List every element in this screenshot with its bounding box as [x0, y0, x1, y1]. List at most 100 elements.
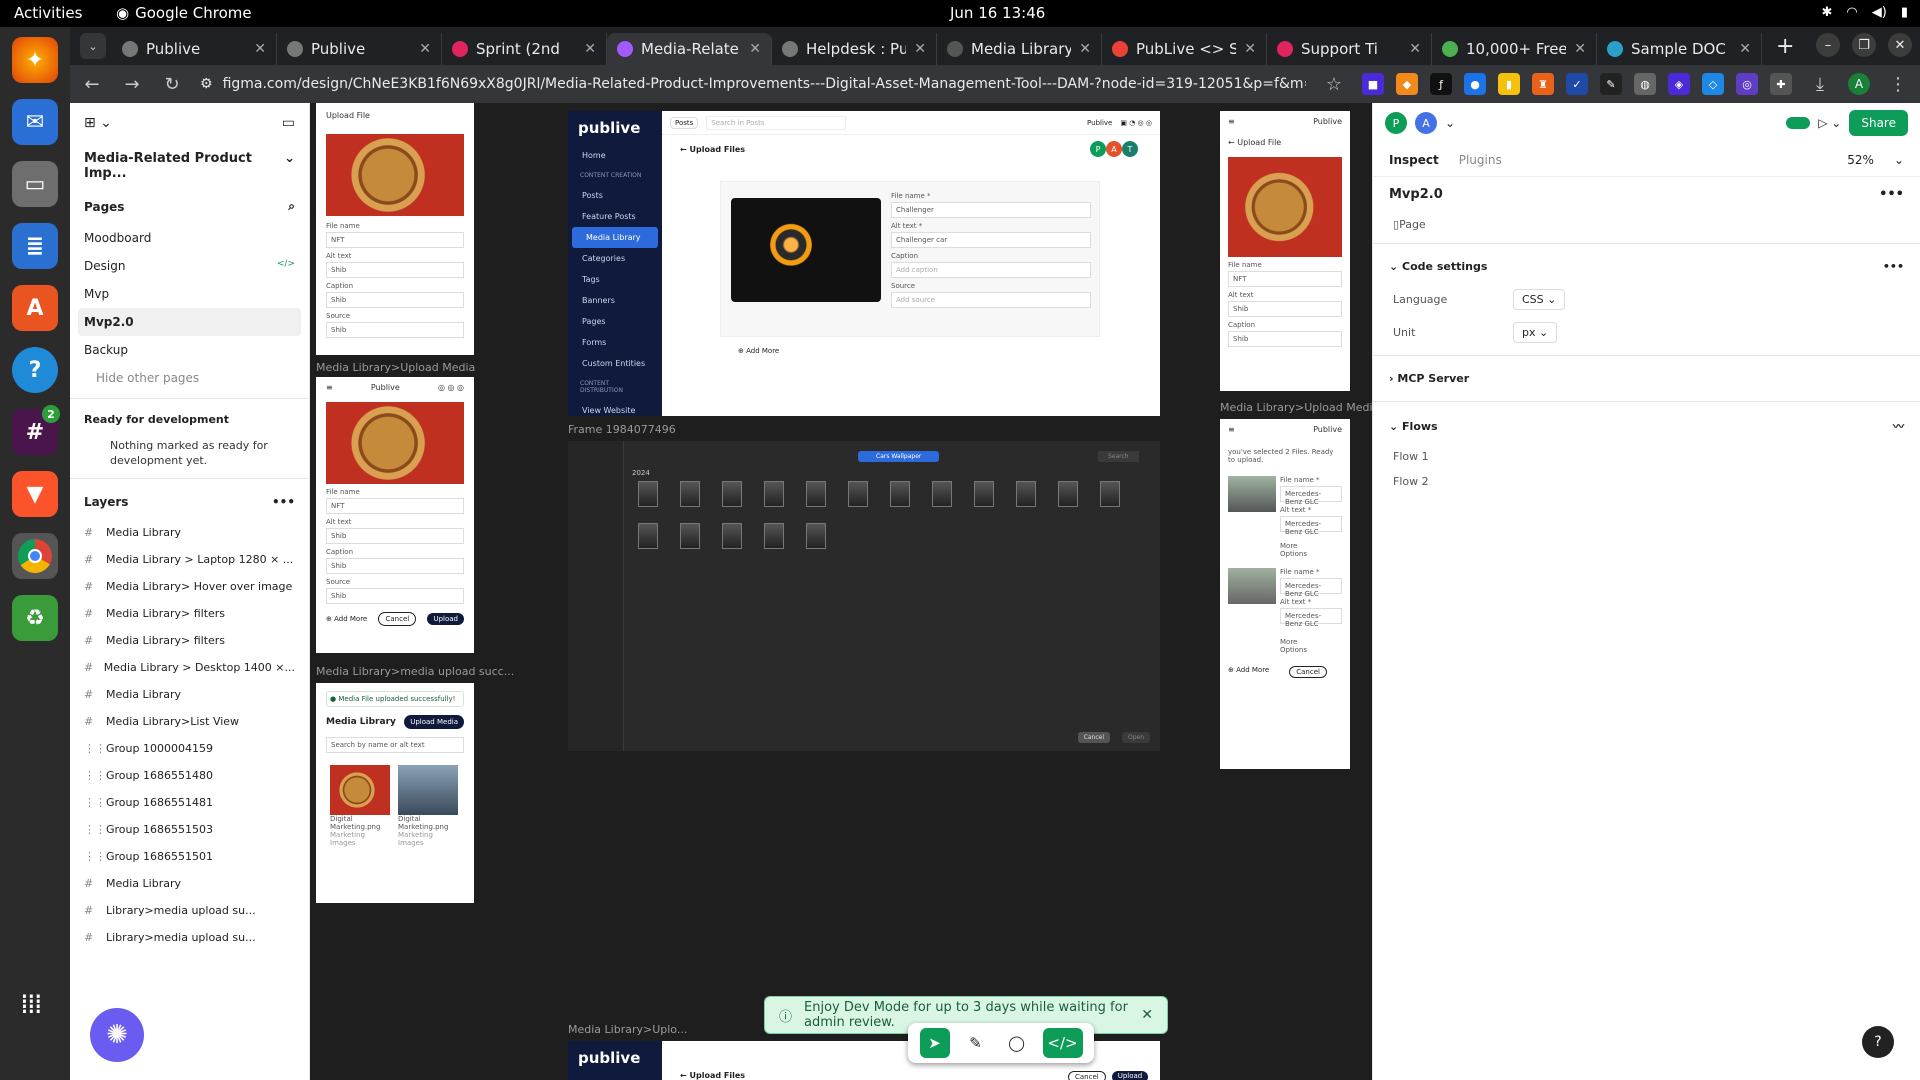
reload-icon[interactable]: ↻: [160, 74, 184, 95]
file-thumbnail[interactable]: [638, 523, 658, 549]
ready-for-dev-title[interactable]: Ready for development: [70, 405, 309, 434]
move-tool-icon[interactable]: ➤: [919, 1028, 950, 1058]
close-tab-icon[interactable]: ✕: [1244, 41, 1256, 57]
layer-item[interactable]: ⋮⋮ Group 1686551481: [70, 789, 309, 816]
caption-input[interactable]: Shib: [326, 292, 464, 308]
file-thumbnail[interactable]: [1100, 481, 1120, 507]
media-search-input[interactable]: Search by name or alt text: [326, 737, 464, 753]
zoom-level[interactable]: 52%: [1847, 153, 1874, 167]
close-window-icon[interactable]: ✕: [1888, 33, 1912, 57]
page-item[interactable]: Moodboard: [70, 224, 309, 252]
sidebar-nav-item[interactable]: Media Library: [572, 227, 658, 248]
extension-icon[interactable]: ■: [1362, 73, 1384, 95]
extension-icon[interactable]: ◎: [1736, 73, 1758, 95]
extension-icon[interactable]: ●: [1464, 73, 1486, 95]
brand-select[interactable]: Publive: [1313, 117, 1342, 126]
volume-icon[interactable]: ◀): [1872, 5, 1887, 20]
more-options-toggle[interactable]: More Options: [1220, 540, 1350, 560]
sidebar-nav-item[interactable]: Tags: [568, 269, 662, 290]
add-more-button[interactable]: ⊕ Add More: [738, 347, 779, 355]
menu-icon[interactable]: ≡: [326, 383, 333, 392]
code-settings-header[interactable]: ⌄ Code settings: [1389, 260, 1487, 273]
caption-input[interactable]: Shib: [1228, 331, 1342, 347]
close-tab-icon[interactable]: ✕: [419, 41, 431, 57]
layer-item[interactable]: # Media Library> filters: [70, 600, 309, 627]
profile-avatar[interactable]: A: [1848, 73, 1870, 95]
software-icon[interactable]: A: [12, 285, 58, 331]
file-thumbnail[interactable]: [974, 481, 994, 507]
alt-text-input[interactable]: Mercedes-Benz GLC: [1280, 516, 1342, 536]
new-tab-button[interactable]: +: [1776, 34, 1794, 59]
layer-item[interactable]: ⋮⋮ Group 1000004159: [70, 735, 309, 762]
extension-icon[interactable]: ƒ: [1430, 73, 1452, 95]
more-options-toggle[interactable]: More Options: [1220, 636, 1350, 656]
browser-tab[interactable]: Publive ✕: [277, 33, 442, 65]
search-icon[interactable]: ⌕: [288, 199, 295, 214]
download-icon[interactable]: ⤓: [1808, 74, 1832, 95]
close-tab-icon[interactable]: ✕: [1079, 41, 1091, 57]
file-thumbnail[interactable]: [848, 481, 868, 507]
unit-select[interactable]: px ⌄: [1513, 322, 1558, 343]
clock[interactable]: Jun 16 13:46: [950, 4, 1045, 22]
close-tab-icon[interactable]: ✕: [1409, 41, 1421, 57]
layer-item[interactable]: ⋮⋮ Group 1686551501: [70, 843, 309, 870]
slack-icon[interactable]: #2: [12, 405, 60, 455]
browser-tab[interactable]: 10,000+ Free ✕: [1432, 33, 1597, 65]
firefox-icon[interactable]: ✦: [12, 37, 58, 83]
activities-button[interactable]: Activities: [14, 4, 82, 22]
thunderbird-icon[interactable]: ✉: [12, 99, 58, 145]
layer-item[interactable]: # Media Library>List View: [70, 708, 309, 735]
close-tab-icon[interactable]: ✕: [914, 41, 926, 57]
frame-main-upload-files[interactable]: publive Home CONTENT CREATION Posts Feature…: [568, 111, 1160, 416]
layer-item[interactable]: # Media Library: [70, 681, 309, 708]
layer-item[interactable]: # Media Library: [70, 519, 309, 546]
pen-tool-icon[interactable]: ✎: [961, 1028, 991, 1058]
menu-icon[interactable]: ≡: [1228, 425, 1235, 434]
tab-inspect[interactable]: Inspect: [1389, 153, 1439, 167]
layer-item[interactable]: # Media Library> filters: [70, 627, 309, 654]
forward-icon[interactable]: →: [120, 74, 144, 95]
extension-icon[interactable]: ✓: [1566, 73, 1588, 95]
browser-tab[interactable]: Sample DOC ✕: [1597, 33, 1762, 65]
play-icon[interactable]: ▷ ⌄: [1818, 116, 1841, 130]
upload-button[interactable]: Upload: [1111, 1071, 1149, 1080]
upload-button[interactable]: Upload: [427, 613, 464, 625]
file-name[interactable]: Media-Related Product Imp... ⌄: [70, 143, 309, 189]
file-name-input[interactable]: Mercedes-Benz GLC: [1280, 578, 1342, 598]
extension-icon[interactable]: ✎: [1600, 73, 1622, 95]
help-icon[interactable]: ?: [1862, 1026, 1894, 1058]
sidebar-nav-item[interactable]: Banners: [568, 290, 662, 311]
dev-mode-toggle-icon[interactable]: </>: [1042, 1028, 1083, 1058]
more-icon[interactable]: •••: [1879, 187, 1904, 202]
alt-text-input[interactable]: Shib: [1228, 301, 1342, 317]
url-field[interactable]: ⚙ figma.com/design/ChNeE3KB1f6N69xX8g0JRl…: [200, 76, 1306, 92]
share-button[interactable]: Share: [1849, 110, 1908, 136]
layer-item[interactable]: # Media Library > Laptop 1280 × ...: [70, 546, 309, 573]
show-apps-icon[interactable]: ⁞⁞⁞: [20, 987, 43, 1020]
chevron-down-icon[interactable]: ⌄: [1894, 153, 1904, 167]
alt-text-input[interactable]: Challenger car: [891, 232, 1091, 248]
browser-tab[interactable]: Support Ti ✕: [1267, 33, 1432, 65]
chrome-menu-icon[interactable]: ⋮: [1886, 74, 1910, 95]
extensions-puzzle-icon[interactable]: ✚: [1770, 73, 1792, 95]
page-item[interactable]: Mvp: [70, 280, 309, 308]
sidebar-nav-item[interactable]: Home: [568, 145, 662, 166]
brand-select[interactable]: Publive: [1087, 119, 1112, 127]
brave-icon[interactable]: ▼: [12, 471, 58, 517]
dev-mode-fab[interactable]: ✺: [90, 1008, 144, 1062]
chrome-dock-icon[interactable]: [12, 533, 58, 579]
files-icon[interactable]: ▭: [12, 161, 58, 207]
language-select[interactable]: CSS ⌄: [1513, 289, 1566, 310]
system-tray[interactable]: ✱ ◠ ◀) ▮: [1822, 5, 1908, 20]
sidebar-nav-item[interactable]: Feature Posts: [568, 206, 662, 227]
toggle-sidebar-icon[interactable]: ▭: [282, 115, 295, 131]
close-tab-icon[interactable]: ✕: [1574, 41, 1586, 57]
image-thumb[interactable]: [398, 765, 458, 815]
close-tab-icon[interactable]: ✕: [254, 41, 266, 57]
source-input[interactable]: Add source: [891, 292, 1091, 308]
page-item[interactable]: Design </>: [70, 252, 309, 280]
brand-select[interactable]: Publive: [371, 383, 400, 392]
play-icon[interactable]: [1786, 117, 1811, 129]
slack-tray-icon[interactable]: ✱: [1822, 5, 1833, 20]
image-thumb[interactable]: [330, 765, 390, 815]
